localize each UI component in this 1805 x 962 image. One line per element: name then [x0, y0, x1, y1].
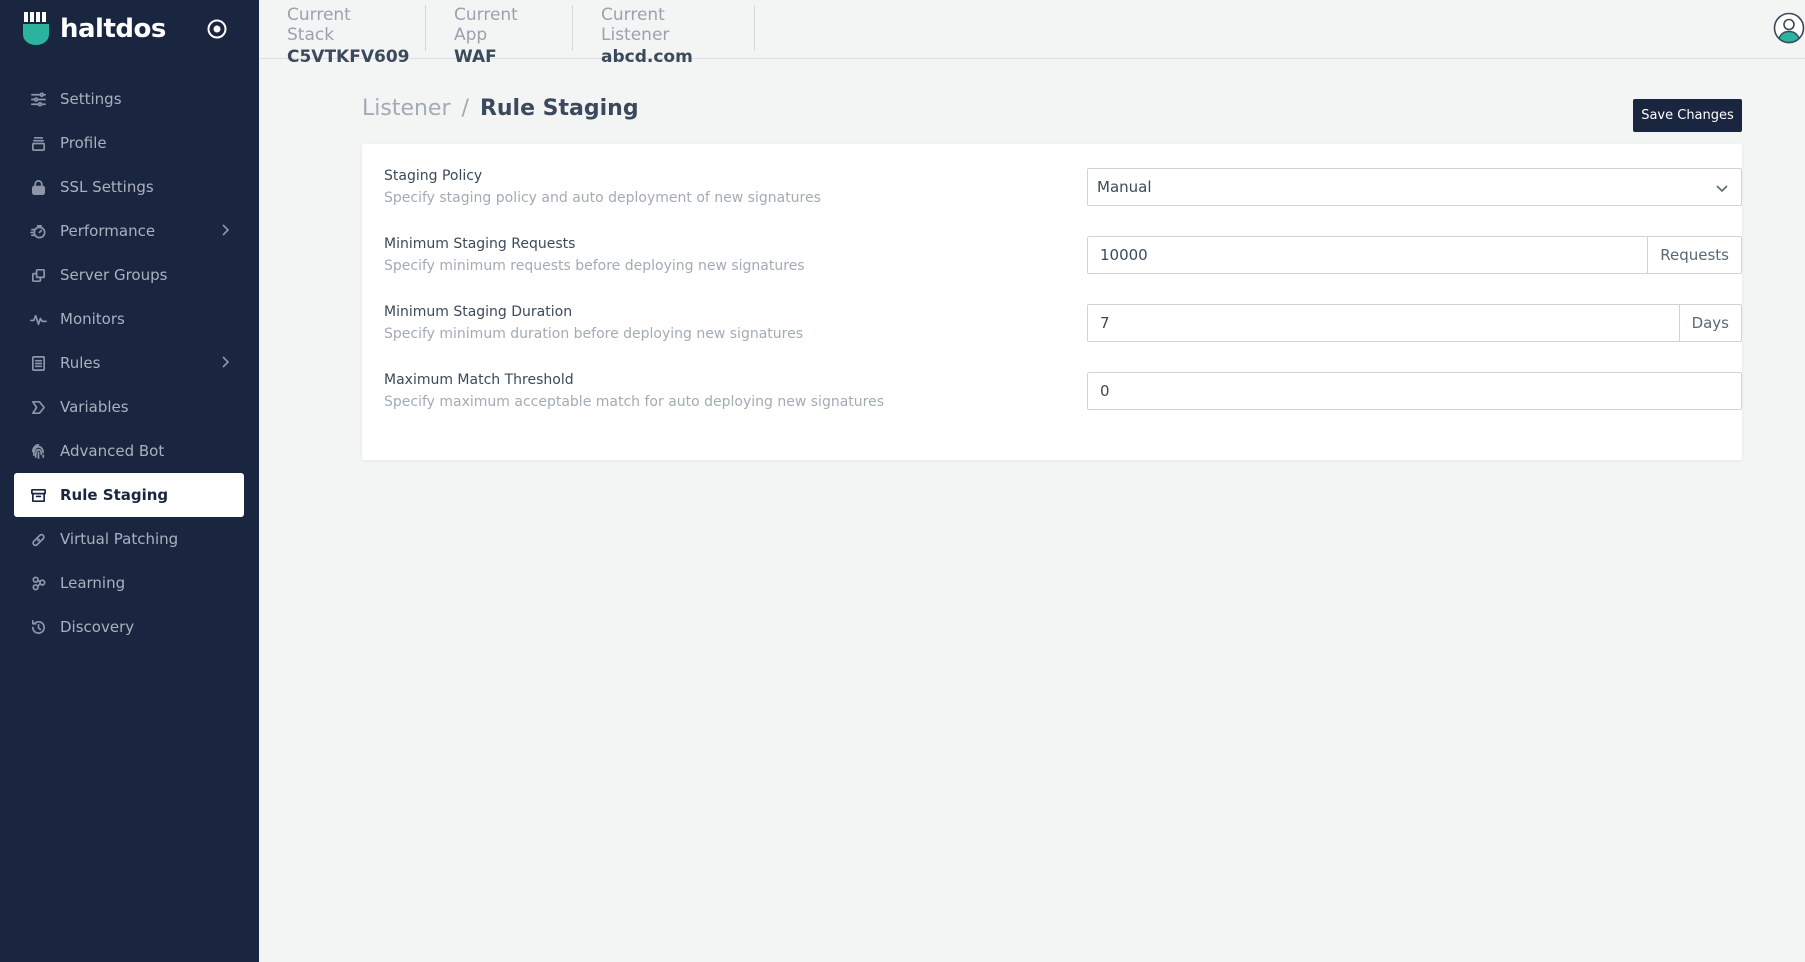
min-requests-row: Minimum Staging Requests Specify minimum…	[384, 234, 1742, 284]
sidebar-item-rules[interactable]: Rules	[14, 341, 244, 385]
max-threshold-row: Maximum Match Threshold Specify maximum …	[384, 370, 1742, 420]
sidebar-item-label: SSL Settings	[60, 178, 154, 196]
tag-icon	[29, 398, 47, 416]
current-listener-value: abcd.com	[601, 47, 693, 67]
breadcrumb-separator: /	[461, 96, 469, 121]
page-title: Rule Staging	[479, 96, 639, 121]
sidebar-item-settings[interactable]: Settings	[14, 77, 244, 121]
copy-icon	[29, 266, 47, 284]
bandage-icon	[29, 530, 47, 548]
sidebar-item-label: Rules	[60, 354, 101, 372]
chevron-right-icon	[218, 223, 232, 237]
sidebar-item-label: Server Groups	[60, 266, 168, 284]
max-threshold-input[interactable]	[1088, 373, 1741, 409]
min-duration-row: Minimum Staging Duration Specify minimum…	[384, 302, 1742, 352]
sidebar-item-label: Monitors	[60, 310, 125, 328]
current-stack[interactable]: Current Stack C5VTKFV609	[259, 5, 426, 67]
chevron-down-icon	[1715, 180, 1729, 194]
sidebar-item-label: Profile	[60, 134, 107, 152]
breadcrumb: Listener / Rule Staging	[362, 96, 639, 121]
sidebar-item-label: Variables	[60, 398, 129, 416]
sidebar-item-rule-staging[interactable]: Rule Staging	[14, 473, 244, 517]
context-bar: Current Stack C5VTKFV609 Current App WAF…	[259, 0, 1805, 67]
lock-icon	[29, 178, 47, 196]
min-duration-field: Days	[1087, 304, 1742, 342]
current-app[interactable]: Current App WAF	[426, 5, 573, 67]
staging-policy-row: Staging Policy Specify staging policy an…	[384, 166, 1742, 216]
current-app-value: WAF	[454, 47, 497, 67]
sidebar-item-learning[interactable]: Learning	[14, 561, 244, 605]
sidebar-item-virtual-patching[interactable]: Virtual Patching	[14, 517, 244, 561]
min-requests-field: Requests	[1087, 236, 1742, 274]
fingerprint-icon	[29, 442, 47, 460]
sidebar: haltdos Settings Profile SSL Settings Perfo…	[0, 0, 259, 962]
sidebar-item-performance[interactable]: Performance	[14, 209, 244, 253]
sidebar-item-advanced-bot[interactable]: Advanced Bot	[14, 429, 244, 473]
current-stack-value: C5VTKFV609	[287, 47, 410, 67]
sidebar-item-label: Settings	[60, 90, 122, 108]
sidebar-item-server-groups[interactable]: Server Groups	[14, 253, 244, 297]
sidebar-item-discovery[interactable]: Discovery	[14, 605, 244, 649]
rule-staging-card: Staging Policy Specify staging policy an…	[362, 144, 1742, 460]
min-requests-unit: Requests	[1647, 237, 1741, 273]
sidebar-item-monitors[interactable]: Monitors	[14, 297, 244, 341]
save-changes-button[interactable]: Save Changes	[1633, 99, 1742, 132]
sliders-icon	[29, 90, 47, 108]
breadcrumb-parent[interactable]: Listener	[362, 96, 451, 121]
sidebar-item-label: Virtual Patching	[60, 530, 179, 548]
min-requests-input[interactable]	[1088, 237, 1648, 273]
pulse-icon	[29, 310, 47, 328]
sidebar-item-variables[interactable]: Variables	[14, 385, 244, 429]
history-icon	[29, 618, 47, 636]
haltdos-logo-icon	[23, 12, 49, 45]
sidebar-item-profile[interactable]: Profile	[14, 121, 244, 165]
molecule-icon	[29, 574, 47, 592]
staging-policy-select[interactable]: Manual	[1087, 168, 1742, 206]
sidebar-item-label: Advanced Bot	[60, 442, 165, 460]
sidebar-item-label: Learning	[60, 574, 126, 592]
sidebar-nav: Settings Profile SSL Settings Performance Se…	[14, 77, 244, 649]
sidebar-toggle-icon[interactable]	[206, 18, 228, 40]
list-icon	[29, 354, 47, 372]
sidebar-item-label: Performance	[60, 222, 156, 240]
brand-name: haltdos	[60, 14, 166, 44]
sidebar-item-ssl-settings[interactable]: SSL Settings	[14, 165, 244, 209]
current-listener[interactable]: Current Listener abcd.com	[573, 5, 755, 67]
current-listener-label: Current Listener	[601, 5, 670, 45]
chevron-right-icon	[218, 355, 232, 369]
staging-policy-value: Manual	[1097, 178, 1152, 196]
min-duration-input[interactable]	[1088, 305, 1679, 341]
current-app-label: Current App	[454, 5, 518, 45]
max-threshold-field	[1087, 372, 1742, 410]
speedometer-icon	[29, 222, 47, 240]
user-avatar-icon[interactable]	[1773, 12, 1805, 44]
min-duration-unit: Days	[1678, 305, 1741, 341]
stack-icon	[29, 134, 47, 152]
sidebar-item-label: Rule Staging	[60, 486, 169, 504]
current-stack-label: Current Stack	[287, 5, 351, 45]
sidebar-item-label: Discovery	[60, 618, 135, 636]
brand[interactable]: haltdos	[22, 12, 166, 46]
archive-icon	[29, 486, 47, 504]
